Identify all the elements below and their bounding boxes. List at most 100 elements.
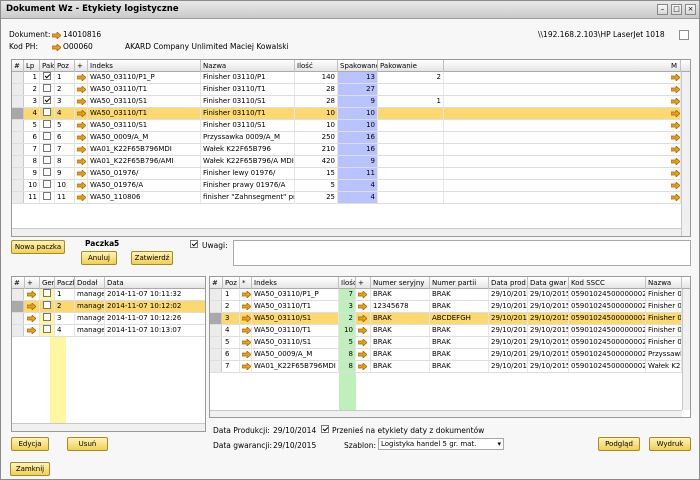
expand-cell[interactable] bbox=[75, 120, 88, 131]
ilosc-cell[interactable]: 2 bbox=[339, 313, 356, 324]
row-arrow-cell[interactable] bbox=[240, 313, 252, 324]
row-marker[interactable] bbox=[12, 192, 24, 203]
m-cell[interactable] bbox=[669, 192, 681, 203]
package-items-row[interactable]: 7 WA01_K22F65B796MDI 8 BRAK BRAK 29/10/2014 29… bbox=[210, 361, 682, 373]
template-select[interactable]: Logistyka handel 5 gr. mat. ▾ bbox=[378, 438, 504, 450]
edit-button[interactable]: Edycja bbox=[11, 437, 49, 451]
items-table-row[interactable]: 11 11 WA50_110806finisher "Zahnsegment" pr… bbox=[12, 192, 681, 204]
link-arrow-icon[interactable] bbox=[358, 314, 367, 322]
link-arrow-icon[interactable] bbox=[242, 302, 251, 310]
m-cell[interactable] bbox=[669, 84, 681, 95]
row-marker[interactable] bbox=[12, 156, 24, 167]
gen-checkbox[interactable] bbox=[40, 325, 55, 336]
production-date-cell[interactable]: 29/10/2014 bbox=[489, 301, 528, 312]
package-items-horizontal-scrollbar[interactable] bbox=[210, 410, 682, 417]
link-arrow-icon[interactable] bbox=[27, 314, 36, 322]
pak-checkbox[interactable] bbox=[40, 192, 55, 203]
batch-number-cell[interactable]: BRAK bbox=[430, 301, 489, 312]
items-table-row[interactable]: 10 10 WA50_01976/A Finisher prawy 01976/A 5 4 bbox=[12, 180, 681, 192]
close-button[interactable]: × bbox=[685, 4, 696, 15]
expand-cell[interactable] bbox=[75, 132, 88, 143]
link-arrow-icon[interactable] bbox=[242, 326, 251, 334]
pakowanie-cell[interactable] bbox=[378, 156, 444, 167]
approve-button[interactable]: Zatwierdź bbox=[131, 251, 173, 265]
transfer-dates-checkbox[interactable] bbox=[321, 425, 329, 434]
row-marker[interactable] bbox=[210, 301, 222, 312]
pakowanie-cell[interactable] bbox=[378, 168, 444, 179]
maximize-button[interactable]: □ bbox=[671, 4, 682, 15]
row-marker[interactable] bbox=[210, 361, 222, 372]
packages-table-row[interactable]: 4manager2014-11-07 10:13:07 bbox=[12, 325, 205, 337]
ilosc-cell[interactable]: 3 bbox=[339, 301, 356, 312]
package-items-row[interactable]: 5 WA50_03110/S1 5 BRAK BRAK 29/10/2014 29/10/2… bbox=[210, 337, 682, 349]
m-cell[interactable] bbox=[669, 72, 681, 83]
warranty-date-cell[interactable]: 29/10/2015 bbox=[528, 289, 569, 300]
m-cell[interactable] bbox=[669, 156, 681, 167]
package-items-vertical-scrollbar[interactable] bbox=[682, 289, 690, 410]
row-marker[interactable] bbox=[210, 313, 222, 324]
m-cell[interactable] bbox=[669, 132, 681, 143]
link-arrow-icon[interactable] bbox=[358, 326, 367, 334]
link-arrow-icon[interactable] bbox=[52, 43, 61, 51]
expand-cell[interactable] bbox=[75, 84, 88, 95]
warranty-date-cell[interactable]: 29/10/2015 bbox=[528, 337, 569, 348]
warranty-date-cell[interactable]: 29/10/2015 bbox=[528, 361, 569, 372]
link-arrow-icon[interactable] bbox=[77, 121, 86, 129]
link-arrow-icon[interactable] bbox=[27, 290, 36, 298]
row-marker[interactable] bbox=[12, 108, 24, 119]
link-arrow-icon[interactable] bbox=[242, 290, 251, 298]
pakowanie-cell[interactable] bbox=[378, 144, 444, 155]
link-arrow-icon[interactable] bbox=[242, 362, 251, 370]
package-items-table[interactable]: # Poz * Indeks Ilość + Numer seryjny Numer part… bbox=[209, 276, 691, 418]
row-arrow-cell[interactable] bbox=[240, 361, 252, 372]
expand-cell[interactable] bbox=[25, 289, 40, 300]
link-arrow-icon[interactable] bbox=[358, 362, 367, 370]
title-bar[interactable]: Dokument Wz - Etykiety logistyczne – □ × bbox=[1, 1, 699, 19]
m-cell[interactable] bbox=[669, 96, 681, 107]
row-marker[interactable] bbox=[210, 289, 222, 300]
items-table-row[interactable]: 8 8 WA01_K22F65B796/AMI Wałek K22F65B796/A … bbox=[12, 156, 681, 168]
pak-checkbox[interactable] bbox=[40, 108, 55, 119]
ilosc-cell[interactable]: 10 bbox=[339, 325, 356, 336]
gen-checkbox[interactable] bbox=[40, 313, 55, 324]
expand-cell[interactable] bbox=[75, 96, 88, 107]
gen-checkbox[interactable] bbox=[40, 301, 55, 312]
row-marker[interactable] bbox=[12, 325, 24, 336]
m-cell[interactable] bbox=[669, 144, 681, 155]
package-items-row[interactable]: 4 WA50_03110/T1 10 BRAK BRAK 29/10/2014 29/10/… bbox=[210, 325, 682, 337]
print-button[interactable]: Wydruk bbox=[649, 437, 691, 451]
cancel-button[interactable]: Anuluj bbox=[81, 251, 117, 265]
expand-cell[interactable] bbox=[356, 325, 371, 336]
production-date-value[interactable]: 29/10/2014 bbox=[273, 426, 316, 435]
expand-cell[interactable] bbox=[356, 361, 371, 372]
kod-ph-value[interactable]: O00060 bbox=[52, 42, 93, 51]
warranty-date-cell[interactable]: 29/10/2015 bbox=[528, 313, 569, 324]
items-horizontal-scrollbar[interactable] bbox=[12, 228, 681, 236]
batch-number-cell[interactable]: BRAK bbox=[430, 349, 489, 360]
notes-checkbox[interactable] bbox=[190, 240, 198, 249]
serial-number-cell[interactable]: BRAK bbox=[371, 289, 430, 300]
link-arrow-icon[interactable] bbox=[358, 302, 367, 310]
expand-cell[interactable] bbox=[25, 313, 40, 324]
expand-cell[interactable] bbox=[25, 325, 40, 336]
dokument-value[interactable]: 14010816 bbox=[52, 30, 101, 39]
items-table-row[interactable]: 1 1 WA50_03110/P1_P Finisher 03110/P1 140 13 2 bbox=[12, 72, 681, 84]
close-window-button[interactable]: Zamknij bbox=[10, 462, 50, 476]
link-arrow-icon[interactable] bbox=[77, 169, 86, 177]
production-date-cell[interactable]: 29/10/2014 bbox=[489, 349, 528, 360]
pakowanie-cell[interactable] bbox=[378, 108, 444, 119]
row-marker[interactable] bbox=[12, 96, 24, 107]
ilosc-cell[interactable]: 8 bbox=[339, 349, 356, 360]
package-items-row[interactable]: 6 WA50_0009/A_M 8 BRAK BRAK 29/10/2014 29/10/2… bbox=[210, 349, 682, 361]
link-arrow-icon[interactable] bbox=[77, 133, 86, 141]
new-package-button[interactable]: Nowa paczka bbox=[11, 240, 65, 254]
packages-table-row[interactable]: 3manager2014-11-07 10:12:26 bbox=[12, 313, 205, 325]
ilosc-cell[interactable]: 5 bbox=[339, 337, 356, 348]
packages-table[interactable]: #+GenPaczkaDodałData 1manager2014-11-07 … bbox=[11, 276, 206, 432]
link-arrow-icon[interactable] bbox=[671, 109, 680, 117]
row-marker[interactable] bbox=[12, 120, 24, 131]
expand-cell[interactable] bbox=[356, 289, 371, 300]
pakowanie-cell[interactable] bbox=[378, 84, 444, 95]
row-marker[interactable] bbox=[12, 72, 24, 83]
expand-cell[interactable] bbox=[75, 156, 88, 167]
